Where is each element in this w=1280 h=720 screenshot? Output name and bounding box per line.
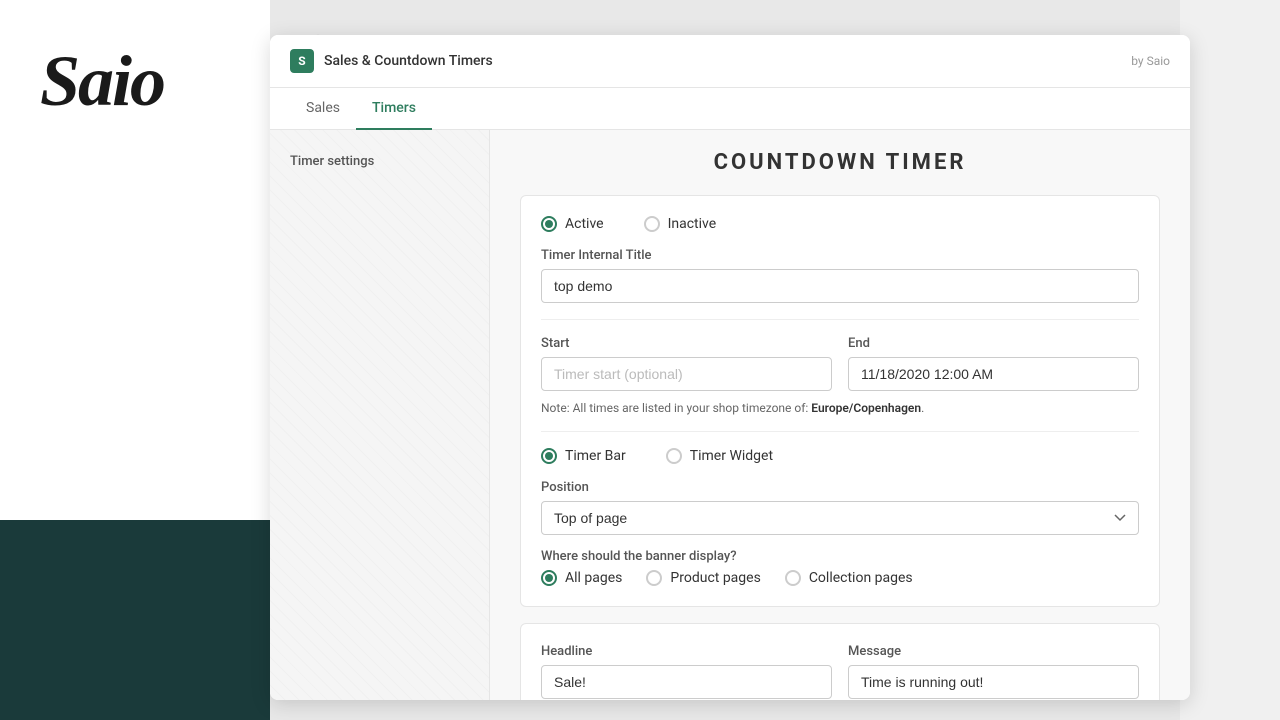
banner-radio-group: All pages Product pages Collection pages: [541, 570, 1139, 586]
app-logo-icon: S: [290, 49, 314, 73]
end-field: End: [848, 336, 1139, 391]
product-pages-radio[interactable]: Product pages: [646, 570, 760, 586]
tab-sales[interactable]: Sales: [290, 88, 356, 130]
inactive-radio[interactable]: Inactive: [644, 216, 717, 232]
headline-input[interactable]: [541, 665, 832, 699]
active-label: Active: [565, 216, 604, 232]
timer-type-radio-group: Timer Bar Timer Widget: [541, 448, 1139, 464]
start-field: Start: [541, 336, 832, 391]
saio-logo: Saio: [30, 20, 190, 143]
app-header-left: S Sales & Countdown Timers: [290, 49, 493, 73]
headline-message-card: Headline Message Show Timer Labels: [520, 623, 1160, 700]
page-title: COUNTDOWN TIMER: [520, 150, 1160, 175]
internal-title-input[interactable]: [541, 269, 1139, 303]
app-title: Sales & Countdown Timers: [324, 53, 493, 69]
svg-text:Saio: Saio: [40, 41, 164, 121]
app-window: S Sales & Countdown Timers by Saio Sales…: [270, 35, 1190, 700]
end-label: End: [848, 336, 1139, 351]
headline-label: Headline: [541, 644, 832, 659]
main-content: Timer settings COUNTDOWN TIMER Active In…: [270, 130, 1190, 700]
main-form-card: Active Inactive Timer Internal Title: [520, 195, 1160, 607]
timer-bar-circle: [541, 448, 557, 464]
left-sidebar-bottom: [0, 520, 270, 720]
content-area: COUNTDOWN TIMER Active Inactive Ti: [490, 130, 1190, 700]
inactive-label: Inactive: [668, 216, 717, 232]
timer-bar-radio[interactable]: Timer Bar: [541, 448, 626, 464]
sidebar: Timer settings: [270, 130, 490, 700]
timer-widget-radio[interactable]: Timer Widget: [666, 448, 773, 464]
position-select[interactable]: Top of page Bottom of page: [541, 501, 1139, 535]
timer-bar-label: Timer Bar: [565, 448, 626, 464]
timer-widget-circle: [666, 448, 682, 464]
internal-title-label: Timer Internal Title: [541, 248, 1139, 263]
banner-display-label: Where should the banner display?: [541, 549, 1139, 564]
nav-tabs: Sales Timers: [270, 88, 1190, 130]
timer-widget-label: Timer Widget: [690, 448, 773, 464]
start-label: Start: [541, 336, 832, 351]
active-radio[interactable]: Active: [541, 216, 604, 232]
product-pages-circle: [646, 570, 662, 586]
divider-1: [541, 319, 1139, 320]
collection-pages-radio[interactable]: Collection pages: [785, 570, 913, 586]
all-pages-radio[interactable]: All pages: [541, 570, 622, 586]
end-input[interactable]: [848, 357, 1139, 391]
timezone-note: Note: All times are listed in your shop …: [541, 401, 1139, 415]
banner-display-section: Where should the banner display? All pag…: [541, 549, 1139, 586]
message-label: Message: [848, 644, 1139, 659]
date-row: Start End: [541, 336, 1139, 391]
active-radio-circle: [541, 216, 557, 232]
divider-2: [541, 431, 1139, 432]
all-pages-circle: [541, 570, 557, 586]
tab-timers[interactable]: Timers: [356, 88, 432, 130]
app-by-label: by Saio: [1131, 54, 1170, 68]
inactive-radio-circle: [644, 216, 660, 232]
collection-pages-label: Collection pages: [809, 570, 913, 586]
all-pages-label: All pages: [565, 570, 622, 586]
status-radio-group: Active Inactive: [541, 216, 1139, 232]
collection-pages-circle: [785, 570, 801, 586]
app-header: S Sales & Countdown Timers by Saio: [270, 35, 1190, 88]
start-input[interactable]: [541, 357, 832, 391]
position-label: Position: [541, 480, 1139, 495]
product-pages-label: Product pages: [670, 570, 760, 586]
app-logo-letter: S: [298, 54, 305, 68]
headline-message-row: Headline Message: [541, 644, 1139, 699]
message-field: Message: [848, 644, 1139, 699]
sidebar-timer-settings: Timer settings: [290, 154, 374, 169]
headline-field: Headline: [541, 644, 832, 699]
message-input[interactable]: [848, 665, 1139, 699]
